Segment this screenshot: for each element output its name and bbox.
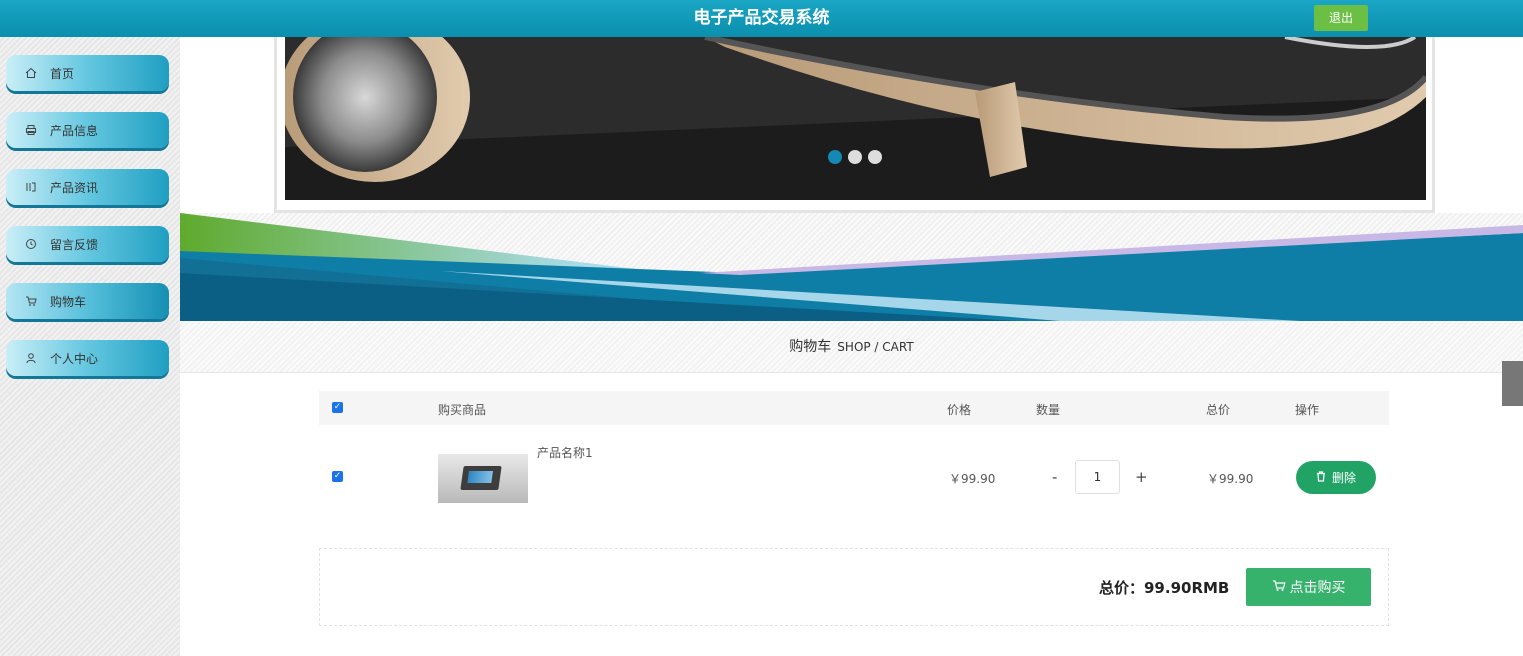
header-actions: 操作 [1295, 403, 1320, 417]
quantity-input[interactable]: 1 [1075, 460, 1120, 494]
item-subtotal: ￥99.90 [1207, 472, 1254, 486]
user-icon [24, 351, 38, 365]
header-product: 购买商品 [438, 403, 487, 417]
buy-label: 点击购买 [1289, 579, 1346, 595]
item-price: ￥99.90 [949, 472, 996, 486]
select-all-checkbox[interactable]: ✓ [332, 402, 343, 413]
breadcrumb: 购物车 SHOP / CART [180, 321, 1523, 373]
clock-icon [24, 237, 38, 251]
sidebar-item-home[interactable]: 首页 [6, 55, 169, 91]
top-bar: 电子产品交易系统 退出 [0, 0, 1523, 37]
decor-band [180, 213, 1523, 321]
product-name[interactable]: 产品名称1 [537, 444, 593, 461]
sidebar-item-label: 产品信息 [50, 123, 99, 138]
cart-summary: 总价：99.90RMB 点击购买 [319, 548, 1389, 626]
quantity-increase-button[interactable]: + [1135, 468, 1148, 486]
header-price: 价格 [947, 403, 972, 417]
sidebar-item-label: 首页 [50, 66, 75, 81]
home-icon [24, 66, 38, 80]
carousel-dot-1[interactable] [828, 150, 842, 164]
sidebar-item-product-info[interactable]: 产品信息 [6, 112, 169, 148]
total-price: 总价：99.90RMB [1099, 579, 1230, 597]
quantity-decrease-button[interactable]: - [1052, 468, 1057, 486]
sidebar: 首页 产品信息 产品资讯 留言反馈 购物车 个人中心 [0, 37, 180, 656]
header-quantity: 数量 [1036, 403, 1061, 417]
side-panel-toggle[interactable] [1502, 361, 1523, 406]
trash-icon [1316, 470, 1326, 485]
cart-icon [1272, 579, 1286, 595]
carousel-image [285, 37, 1426, 200]
carousel-dot-3[interactable] [868, 150, 882, 164]
sidebar-item-cart[interactable]: 购物车 [6, 283, 169, 319]
page-subtitle: SHOP / CART [837, 340, 914, 354]
sidebar-item-product-news[interactable]: 产品资讯 [6, 169, 169, 205]
delete-label: 删除 [1331, 471, 1356, 485]
carousel-dot-2[interactable] [848, 150, 862, 164]
logout-button[interactable]: 退出 [1314, 5, 1368, 31]
cart-icon [24, 294, 38, 308]
site-title: 电子产品交易系统 [693, 8, 830, 28]
product-thumbnail[interactable] [438, 454, 528, 503]
header-subtotal: 总价 [1206, 403, 1231, 417]
item-checkbox[interactable]: ✓ [332, 471, 343, 482]
cart-table-header: ✓ 购买商品 价格 数量 总价 操作 [319, 391, 1389, 425]
table-row: ✓ 产品名称1 ￥99.90 - 1 + ￥99.90 删除 [319, 425, 1389, 525]
delete-button[interactable]: 删除 [1296, 461, 1376, 494]
sidebar-item-feedback[interactable]: 留言反馈 [6, 226, 169, 262]
sidebar-item-label: 产品资讯 [50, 180, 99, 195]
sidebar-item-profile[interactable]: 个人中心 [6, 340, 169, 376]
carousel [274, 37, 1435, 213]
buy-button[interactable]: 点击购买 [1246, 568, 1371, 606]
sidebar-item-label: 留言反馈 [50, 237, 99, 252]
printer-icon [24, 123, 38, 137]
news-icon [24, 180, 38, 194]
sidebar-item-label: 购物车 [50, 294, 87, 309]
sidebar-item-label: 个人中心 [50, 351, 99, 366]
page-title: 购物车 [789, 339, 832, 355]
